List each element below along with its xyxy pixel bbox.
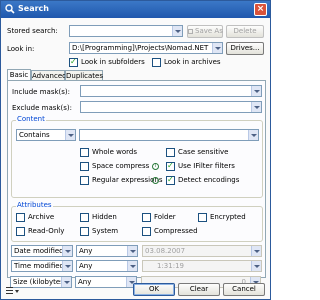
dialog-body: Stored search: Save As Delete Look in: D… bbox=[1, 18, 270, 299]
save-as-label: Save As bbox=[195, 27, 223, 35]
info-icon: i bbox=[152, 163, 159, 170]
filter-field-value: Time modified bbox=[14, 262, 65, 270]
read-only-label: Read-Only bbox=[28, 227, 65, 235]
exclude-mask-combo[interactable] bbox=[80, 101, 262, 113]
detect-encodings-label: Detect encodings bbox=[178, 176, 240, 184]
time-value: 1:31:19 bbox=[157, 262, 184, 270]
filter-op-value: Any bbox=[78, 278, 92, 286]
filter-field-value: Date modified bbox=[14, 247, 64, 255]
look-in-subfolders-checkbox[interactable] bbox=[69, 57, 78, 67]
include-mask-label: Include mask(s): bbox=[12, 88, 70, 96]
look-in-subfolders-label: Look in subfolders bbox=[81, 58, 145, 66]
attributes-group bbox=[11, 206, 263, 242]
content-text-combo[interactable] bbox=[79, 129, 259, 141]
attributes-group-label: Attributes bbox=[16, 201, 53, 209]
window-title: Search bbox=[18, 4, 49, 13]
clear-button[interactable]: Clear bbox=[178, 283, 220, 296]
spin-icon bbox=[251, 261, 261, 271]
info-icon: i bbox=[152, 177, 159, 184]
use-ifilter-label: Use IFilter filters bbox=[178, 162, 235, 170]
content-mode-value: Contains bbox=[19, 131, 50, 139]
chevron-down-icon bbox=[251, 246, 261, 256]
folder-checkbox[interactable] bbox=[142, 213, 151, 222]
detect-encodings-checkbox[interactable] bbox=[166, 175, 175, 185]
date-value: 03.08.2007 bbox=[145, 247, 186, 255]
filter-field-combo[interactable]: Date modified bbox=[11, 245, 73, 257]
filter-op-value: Any bbox=[79, 247, 93, 255]
filter-op-combo[interactable]: Any bbox=[75, 276, 137, 288]
encrypted-label: Encrypted bbox=[210, 213, 246, 221]
filter-op-combo[interactable]: Any bbox=[76, 245, 138, 257]
floppy-icon bbox=[188, 28, 193, 34]
look-in-label: Look in: bbox=[7, 45, 35, 53]
chevron-down-icon bbox=[62, 246, 72, 256]
compressed-label: Compressed bbox=[154, 227, 198, 235]
exclude-mask-label: Exclude mask(s): bbox=[12, 104, 72, 112]
chevron-down-icon bbox=[172, 26, 182, 36]
use-ifilter-checkbox[interactable] bbox=[166, 161, 175, 171]
filter-field-combo[interactable]: Time modified bbox=[11, 260, 73, 272]
time-value-field[interactable]: 1:31:19 bbox=[142, 260, 262, 272]
chevron-down-icon bbox=[212, 43, 222, 53]
hidden-label: Hidden bbox=[92, 213, 117, 221]
cancel-button[interactable]: Cancel bbox=[223, 283, 265, 296]
case-sensitive-checkbox[interactable] bbox=[166, 148, 175, 157]
include-mask-combo[interactable] bbox=[80, 85, 262, 97]
system-label: System bbox=[92, 227, 119, 235]
space-compress-checkbox[interactable] bbox=[80, 162, 89, 171]
archive-checkbox[interactable] bbox=[16, 213, 25, 222]
chevron-down-icon bbox=[61, 277, 71, 287]
delete-button[interactable]: Delete bbox=[226, 25, 264, 38]
date-value-field[interactable]: 03.08.2007 bbox=[142, 245, 262, 257]
close-button[interactable]: × bbox=[254, 3, 267, 16]
chevron-down-icon bbox=[127, 246, 137, 256]
regular-expressions-checkbox[interactable] bbox=[80, 176, 89, 185]
basic-tab-panel: Include mask(s): Exclude mask(s): Conten… bbox=[7, 80, 266, 278]
stored-search-label: Stored search: bbox=[7, 27, 58, 35]
chevron-down-icon bbox=[251, 102, 261, 112]
case-sensitive-label: Case sensitive bbox=[178, 148, 229, 156]
search-icon bbox=[5, 4, 15, 14]
look-in-archives-label: Look in archives bbox=[164, 58, 221, 66]
system-checkbox[interactable] bbox=[80, 227, 89, 236]
look-in-archives-checkbox[interactable] bbox=[152, 58, 161, 67]
look-in-combo[interactable]: D:\[Programming]\Projects\Nomad.NET bbox=[69, 42, 223, 54]
drives-button[interactable]: Drives... bbox=[226, 42, 264, 55]
chevron-down-icon bbox=[65, 130, 75, 140]
read-only-checkbox[interactable] bbox=[16, 227, 25, 236]
look-in-value: D:\[Programming]\Projects\Nomad.NET bbox=[72, 44, 209, 52]
chevron-down-icon bbox=[248, 130, 258, 140]
filter-field-value: Size (kilobytes) bbox=[13, 278, 67, 286]
filter-op-value: Any bbox=[79, 262, 93, 270]
filter-op-combo[interactable]: Any bbox=[76, 260, 138, 272]
whole-words-checkbox[interactable] bbox=[80, 148, 89, 157]
space-compress-label: Space compress bbox=[92, 162, 150, 170]
ok-button[interactable]: OK bbox=[133, 283, 175, 296]
chevron-down-icon bbox=[62, 261, 72, 271]
folder-label: Folder bbox=[154, 213, 176, 221]
hidden-checkbox[interactable] bbox=[80, 213, 89, 222]
chevron-down-icon bbox=[127, 261, 137, 271]
compressed-checkbox[interactable] bbox=[142, 227, 151, 236]
search-window: Search × Stored search: Save As Delete L… bbox=[0, 0, 271, 300]
title-bar: Search × bbox=[1, 1, 270, 18]
stored-search-combo[interactable] bbox=[69, 25, 183, 37]
content-mode-combo[interactable]: Contains bbox=[16, 129, 76, 141]
whole-words-label: Whole words bbox=[92, 148, 137, 156]
content-group-label: Content bbox=[16, 115, 46, 123]
encrypted-checkbox[interactable] bbox=[198, 213, 207, 222]
save-as-button[interactable]: Save As bbox=[187, 25, 223, 38]
archive-label: Archive bbox=[28, 213, 55, 221]
chevron-down-icon bbox=[251, 86, 261, 96]
options-menu-icon[interactable] bbox=[6, 286, 20, 296]
